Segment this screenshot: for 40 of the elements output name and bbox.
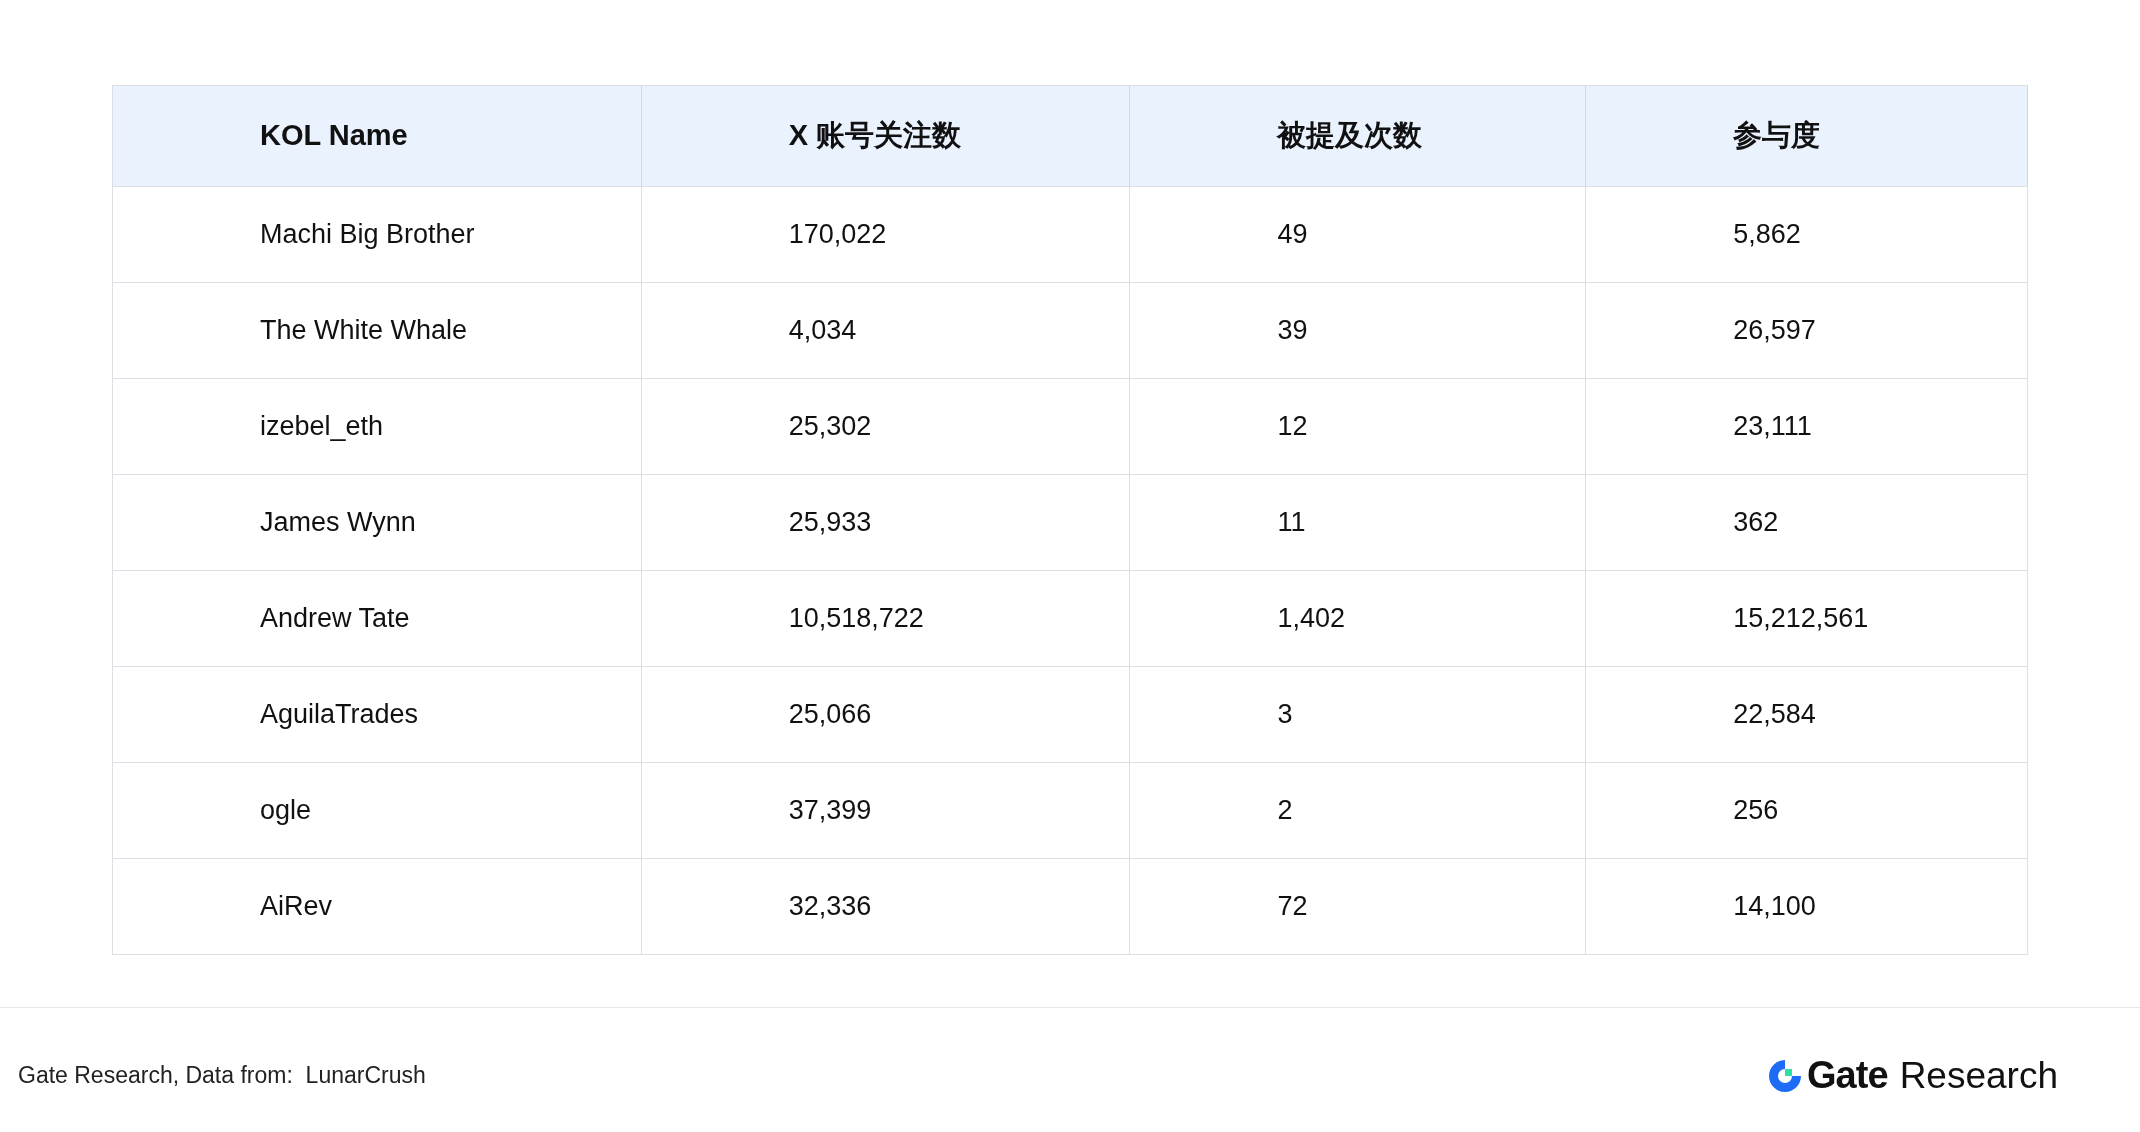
table-cell: 2 <box>1129 762 1586 859</box>
table-cell: 170,022 <box>641 186 1130 283</box>
table-cell: AiRev <box>112 858 642 955</box>
table-cell: ogle <box>112 762 642 859</box>
table-cell: 25,066 <box>641 666 1130 763</box>
table-cell: 26,597 <box>1585 282 2028 379</box>
source-note: Gate Research, Data from: LunarCrush <box>18 1061 426 1091</box>
table-cell: 49 <box>1129 186 1586 283</box>
table-cell: 11 <box>1129 474 1586 571</box>
table-cell: 25,933 <box>641 474 1130 571</box>
table-cell: 25,302 <box>641 378 1130 475</box>
table-cell: 12 <box>1129 378 1586 475</box>
logo-suffix: Research <box>1899 1053 2058 1098</box>
table-cell: AguilaTrades <box>112 666 642 763</box>
table-cell: James Wynn <box>112 474 642 571</box>
table-cell: 362 <box>1585 474 2028 571</box>
table-cell: 15,212,561 <box>1585 570 2028 667</box>
logo-brand: Gate <box>1806 1053 1888 1098</box>
table-cell: 23,111 <box>1585 378 2028 475</box>
table-cell: 4,034 <box>641 282 1130 379</box>
table-cell: izebel_eth <box>112 378 642 475</box>
table-cell: 1,402 <box>1129 570 1586 667</box>
table-cell: 10,518,722 <box>641 570 1130 667</box>
table-cell: 3 <box>1129 666 1586 763</box>
table-cell: Andrew Tate <box>112 570 642 667</box>
table-cell: 37,399 <box>641 762 1130 859</box>
table-cell: 32,336 <box>641 858 1130 955</box>
table-cell: Machi Big Brother <box>112 186 642 283</box>
table-cell: 14,100 <box>1585 858 2028 955</box>
column-header: X 账号关注数 <box>641 85 1130 187</box>
column-header: 参与度 <box>1585 85 2028 187</box>
table-cell: 72 <box>1129 858 1586 955</box>
table-cell: 39 <box>1129 282 1586 379</box>
table-cell: 5,862 <box>1585 186 2028 283</box>
column-header: 被提及次数 <box>1129 85 1586 187</box>
table-cell: The White Whale <box>112 282 642 379</box>
table-cell: 256 <box>1585 762 2028 859</box>
table-cell: 22,584 <box>1585 666 2028 763</box>
gate-logo-icon <box>1766 1057 1803 1094</box>
column-header: KOL Name <box>112 85 642 187</box>
